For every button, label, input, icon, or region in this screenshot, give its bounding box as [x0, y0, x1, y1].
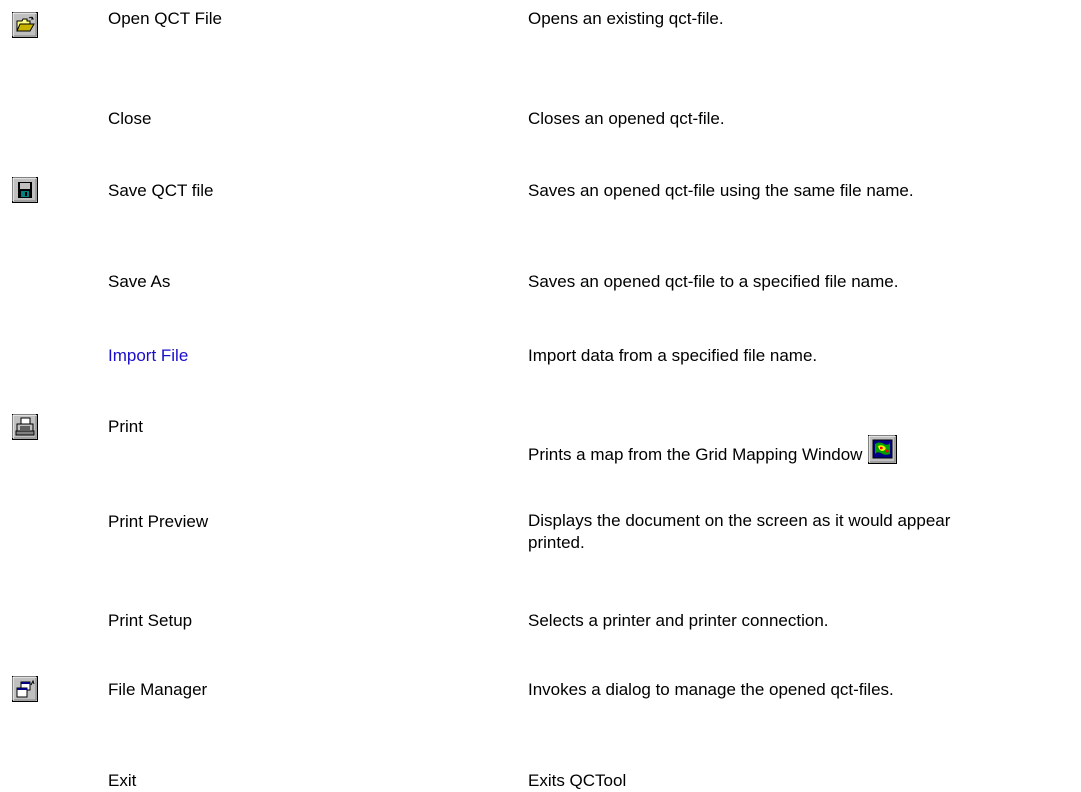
print-setup-description: Selects a printer and printer connection… — [528, 611, 829, 630]
grid-map-icon[interactable] — [868, 435, 898, 470]
print-preview-description: Displays the document on the screen as i… — [528, 511, 951, 552]
file-manager-description: Invokes a dialog to manage the opened qc… — [528, 680, 894, 699]
open-folder-icon[interactable] — [12, 12, 38, 38]
print-description: Prints a map from the Grid Mapping Windo… — [528, 445, 863, 464]
file-manager-label[interactable]: File Manager — [108, 680, 207, 700]
save-qct-file-description: Saves an opened qct-file using the same … — [528, 181, 914, 200]
print-setup-label[interactable]: Print Setup — [108, 611, 192, 631]
floppy-disk-icon[interactable] — [12, 177, 38, 203]
print-description-wrap: Prints a map from the Grid Mapping Windo… — [528, 435, 1073, 470]
print-label[interactable]: Print — [108, 417, 143, 437]
print-preview-label[interactable]: Print Preview — [108, 512, 208, 532]
open-qct-file-description: Opens an existing qct-file. — [528, 9, 724, 28]
close-description: Closes an opened qct-file. — [528, 109, 725, 128]
import-file-link[interactable]: Import File — [108, 346, 188, 366]
import-file-description: Import data from a specified file name. — [528, 346, 818, 365]
open-qct-file-label[interactable]: Open QCT File — [108, 9, 222, 29]
save-qct-file-label[interactable]: Save QCT file — [108, 181, 214, 201]
close-label[interactable]: Close — [108, 109, 151, 129]
file-manager-icon[interactable] — [12, 676, 38, 702]
exit-description: Exits QCTool — [528, 771, 627, 790]
save-as-description: Saves an opened qct-file to a specified … — [528, 272, 899, 291]
exit-label[interactable]: Exit — [108, 771, 136, 791]
printer-icon[interactable] — [12, 414, 38, 440]
save-as-label[interactable]: Save As — [108, 272, 170, 292]
